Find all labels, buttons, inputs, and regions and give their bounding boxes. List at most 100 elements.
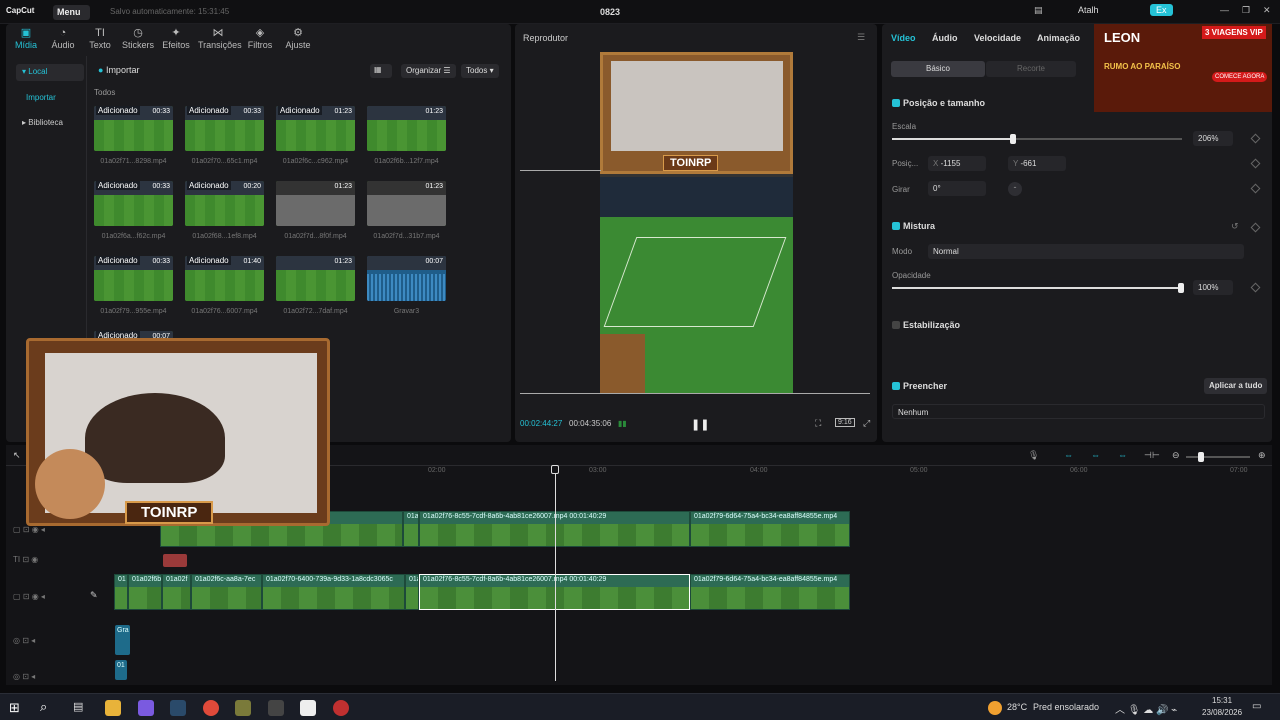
mode-select[interactable]: Normal — [928, 244, 1244, 259]
import-button[interactable]: ● Importar — [98, 65, 139, 75]
media-thumbnail[interactable]: Adicionado 00:33 — [185, 106, 264, 151]
zoom-in-icon[interactable]: ⊕ — [1258, 450, 1266, 461]
keyframe-icon[interactable] — [1250, 158, 1261, 169]
export-button[interactable]: Ex — [1150, 4, 1173, 16]
ad-banner[interactable]: LEON 3 VIAGENS VIP RUMO AO PARAÍSO COMEC… — [1094, 24, 1272, 112]
media-thumbnail[interactable]: Adicionado 00:20 — [185, 181, 264, 226]
settings-icon[interactable] — [268, 700, 284, 716]
checkbox-icon[interactable] — [892, 99, 900, 107]
keyframe-icon[interactable] — [1250, 282, 1261, 293]
menu-button[interactable]: Menu — [53, 5, 90, 20]
steam-icon[interactable] — [170, 700, 186, 716]
playhead-handle[interactable] — [551, 465, 559, 474]
tab-basic[interactable]: Básico — [891, 61, 985, 77]
media-thumbnail[interactable]: Adicionado 00:33 — [94, 106, 173, 151]
checkbox-icon[interactable] — [892, 382, 900, 390]
media-thumbnail[interactable]: Adicionado 01:40 — [185, 256, 264, 301]
video-clip[interactable]: 01a02f79-6d64-75a4-bc34-ea8aff84855e.mp4 — [690, 574, 850, 610]
keyframe-icon[interactable] — [1250, 133, 1261, 144]
y-field[interactable]: Y -661 — [1008, 156, 1066, 171]
tab-media[interactable]: ▣ Mídia — [6, 26, 46, 50]
video-clip[interactable]: 01a02f6c-aa8a-7ec — [191, 574, 262, 610]
audio-clip[interactable]: 01 — [115, 660, 127, 680]
video-clip[interactable]: 01a — [405, 574, 419, 610]
text-clip[interactable] — [163, 554, 187, 567]
video-clip[interactable]: 01 — [114, 574, 128, 610]
playhead[interactable] — [555, 467, 556, 681]
view-mode-icon[interactable]: ▦ — [370, 64, 392, 78]
media-thumbnail[interactable]: 01:23 — [276, 181, 355, 226]
tab-text[interactable]: TI Texto — [80, 26, 120, 50]
edit-cover-icon[interactable]: ✎ — [90, 590, 98, 601]
apply-all-button[interactable]: Aplicar a tudo — [1204, 378, 1268, 394]
blend-section[interactable]: Mistura — [892, 221, 935, 231]
maximize-icon[interactable]: ❐ — [1242, 5, 1250, 16]
media-thumbnail[interactable]: 01:23 — [276, 256, 355, 301]
zoom-out-icon[interactable]: ⊖ — [1172, 450, 1180, 461]
sidebar-item-local[interactable]: ▾ Local — [16, 64, 84, 81]
stabilization-section[interactable]: Estabilização — [892, 320, 960, 330]
rotate-dial[interactable]: - — [1008, 182, 1022, 196]
snap-icon[interactable]: ⇔ — [1091, 450, 1100, 460]
fullscreen-icon[interactable]: ⤢ — [863, 418, 870, 429]
play-pause-icon[interactable]: ❚❚ — [691, 418, 709, 431]
scale-knob[interactable] — [1010, 134, 1016, 144]
video-clip[interactable]: 01a02f6b — [128, 574, 162, 610]
tab-effects[interactable]: ✦ Efeitos — [156, 26, 196, 50]
obs-icon[interactable] — [333, 700, 349, 716]
audio-clip[interactable]: Gra — [115, 625, 130, 655]
capcut-icon[interactable] — [300, 700, 316, 716]
tray-icons[interactable]: ︿ 🎙 ☁ 🔊 ⌁ — [1115, 701, 1177, 716]
x-field[interactable]: X -1155 — [928, 156, 986, 171]
media-thumbnail[interactable]: 01:23 — [367, 106, 446, 151]
notification-icon[interactable]: ▭ — [1252, 701, 1261, 712]
chrome-icon[interactable] — [203, 700, 219, 716]
reset-icon[interactable]: ↺ — [1231, 221, 1239, 232]
fit-icon[interactable]: ⛶ — [815, 418, 821, 429]
position-size-section[interactable]: Posição e tamanho — [892, 98, 985, 108]
tab-filters[interactable]: ◈ Filtros — [240, 26, 280, 50]
video-clip[interactable]: 01a02f79-6d64-75a4-bc34-ea8aff84855e.mp4 — [690, 511, 850, 547]
organize-button[interactable]: Organizar ☰ — [401, 64, 456, 78]
shortcut-button[interactable]: Atalh — [1078, 5, 1099, 15]
cursor-tool-icon[interactable]: ↖ — [13, 450, 21, 461]
zoom-knob[interactable] — [1198, 452, 1204, 462]
opacity-field[interactable]: 100% — [1193, 280, 1233, 295]
media-thumbnail[interactable]: 01:23 — [367, 181, 446, 226]
split-icon[interactable]: ⊣⊢ — [1144, 450, 1160, 461]
keyframe-icon[interactable] — [1250, 222, 1261, 233]
checkbox-icon[interactable] — [892, 321, 900, 329]
scale-slider[interactable] — [892, 134, 1182, 144]
weather-icon[interactable] — [988, 701, 1002, 715]
layout-icon[interactable]: ▤ — [1034, 5, 1043, 16]
minimize-icon[interactable]: — — [1220, 5, 1229, 15]
tab-animation[interactable]: Animação — [1037, 33, 1080, 43]
scale-field[interactable]: 206% — [1193, 131, 1233, 146]
start-icon[interactable]: ⊞ — [9, 700, 20, 716]
tab-adjust[interactable]: ⚙ Ajuste — [278, 26, 318, 50]
video-clip[interactable]: 01a — [403, 511, 419, 547]
menu-icon[interactable]: ☰ — [857, 32, 865, 43]
opacity-slider[interactable] — [892, 283, 1184, 293]
tab-speed[interactable]: Velocidade — [974, 33, 1021, 43]
tab-crop[interactable]: Recorte — [986, 61, 1076, 77]
sidebar-item-library[interactable]: ▸ Biblioteca — [16, 115, 84, 132]
tab-audio[interactable]: ◔ Áudio — [43, 26, 83, 50]
fill-section[interactable]: Preencher — [892, 381, 947, 391]
close-icon[interactable]: ✕ — [1263, 5, 1271, 16]
media-thumbnail[interactable]: 00:07 — [367, 256, 446, 301]
video-clip[interactable]: 01a02f70-6400-739a-9d33-1a8cdc3065c — [262, 574, 405, 610]
tab-transitions[interactable]: ⋈ Transições — [198, 26, 242, 50]
fill-select[interactable]: Nenhum — [892, 404, 1265, 419]
aspect-ratio-button[interactable]: 9:16 — [835, 418, 855, 427]
mic-icon[interactable]: 🎙 — [1028, 450, 1039, 461]
filter-all-button[interactable]: Todos ▾ — [461, 64, 499, 78]
media-thumbnail[interactable]: Adicionado 01:23 — [276, 106, 355, 151]
media-thumbnail[interactable]: Adicionado 00:33 — [94, 256, 173, 301]
sidebar-item-import[interactable]: Importar — [20, 90, 88, 107]
ad-cta[interactable]: COMECE AGORA — [1212, 72, 1268, 82]
keyframe-icon[interactable] — [1250, 183, 1261, 194]
checkbox-icon[interactable] — [892, 222, 900, 230]
rotate-field[interactable]: 0° — [928, 181, 986, 196]
magnet-icon[interactable]: ⇔ — [1118, 450, 1127, 460]
